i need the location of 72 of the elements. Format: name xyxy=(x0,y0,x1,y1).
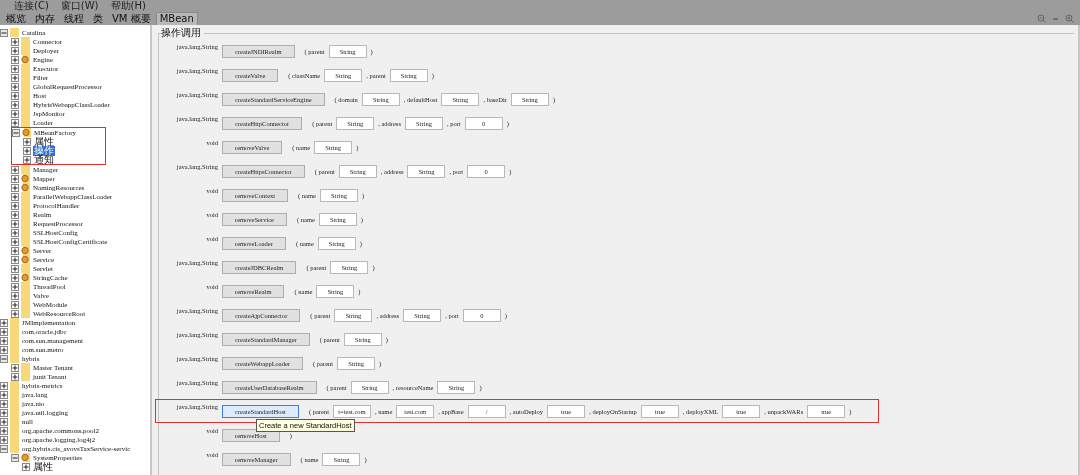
tab[interactable]: MBean xyxy=(155,12,198,25)
expand-icon[interactable] xyxy=(11,46,19,55)
bean-icon xyxy=(21,55,30,64)
tree-item[interactable]: 属性 xyxy=(32,461,54,472)
tab[interactable]: 内存 xyxy=(31,12,59,25)
expand-icon[interactable] xyxy=(11,219,19,228)
tree-item[interactable]: 属性 xyxy=(33,136,55,147)
bean-icon xyxy=(21,255,30,264)
expand-icon[interactable] xyxy=(11,237,19,246)
expand-icon[interactable] xyxy=(11,246,19,255)
bean-icon xyxy=(21,183,30,192)
expand-icon[interactable] xyxy=(0,390,8,399)
expand-icon[interactable] xyxy=(11,192,19,201)
tree-item[interactable]: 操作 xyxy=(33,145,55,156)
expand-icon[interactable] xyxy=(23,155,31,164)
expand-icon[interactable] xyxy=(11,372,19,381)
expand-icon[interactable] xyxy=(11,291,19,300)
tree-item[interactable]: 通知 xyxy=(33,154,55,165)
expand-icon[interactable] xyxy=(11,201,19,210)
menu-item[interactable]: 帮助(H) xyxy=(110,0,146,11)
expand-icon[interactable] xyxy=(0,327,8,336)
expand-icon[interactable] xyxy=(0,435,8,444)
collapse-icon[interactable] xyxy=(0,28,8,37)
expand-icon[interactable] xyxy=(0,426,8,435)
expand-icon[interactable] xyxy=(11,91,19,100)
expand-icon[interactable] xyxy=(11,228,19,237)
tab[interactable]: VM 概要 xyxy=(108,12,155,25)
folder-icon xyxy=(21,165,30,174)
expand-icon[interactable] xyxy=(11,183,19,192)
collapse-icon[interactable] xyxy=(12,128,20,137)
expand-icon[interactable] xyxy=(0,417,8,426)
bean-icon xyxy=(21,174,30,183)
expand-icon[interactable] xyxy=(0,381,8,390)
bean-icon xyxy=(21,246,30,255)
expand-icon[interactable] xyxy=(0,399,8,408)
expand-icon[interactable] xyxy=(0,345,8,354)
expand-icon[interactable] xyxy=(0,336,8,345)
expand-icon[interactable] xyxy=(11,174,19,183)
expand-icon[interactable] xyxy=(11,100,19,109)
expand-icon[interactable] xyxy=(11,118,19,127)
expand-icon[interactable] xyxy=(11,82,19,91)
expand-icon[interactable] xyxy=(11,282,19,291)
expand-icon[interactable] xyxy=(0,318,8,327)
menu-item[interactable]: 窗口(W) xyxy=(60,0,99,11)
bean-icon xyxy=(21,273,30,282)
expand-icon[interactable] xyxy=(11,309,19,318)
expand-icon[interactable] xyxy=(11,73,19,82)
expand-icon[interactable] xyxy=(11,64,19,73)
expand-icon[interactable] xyxy=(11,55,19,64)
collapse-icon[interactable] xyxy=(0,354,8,363)
expand-icon[interactable] xyxy=(11,165,19,174)
expand-icon[interactable] xyxy=(11,109,19,118)
bean-icon xyxy=(22,128,31,137)
collapse-icon[interactable] xyxy=(0,444,8,453)
expand-icon[interactable] xyxy=(11,264,19,273)
tab[interactable]: 概览 xyxy=(2,12,30,25)
panel-title: 操作调用 xyxy=(161,27,204,38)
tab[interactable]: 类 xyxy=(89,12,107,25)
collapse-icon[interactable] xyxy=(11,453,19,462)
expand-icon[interactable] xyxy=(23,137,31,146)
expand-icon[interactable] xyxy=(11,210,19,219)
menu-item[interactable]: 连接(C) xyxy=(14,0,49,11)
expand-icon[interactable] xyxy=(11,300,19,309)
expand-icon[interactable] xyxy=(11,273,19,282)
expand-icon[interactable] xyxy=(11,255,19,264)
expand-icon[interactable] xyxy=(22,462,30,471)
expand-icon[interactable] xyxy=(11,37,19,46)
expand-icon[interactable] xyxy=(0,408,8,417)
bean-icon xyxy=(21,453,30,462)
expand-icon[interactable] xyxy=(23,146,31,155)
expand-icon[interactable] xyxy=(11,363,19,372)
tab[interactable]: 线程 xyxy=(60,12,88,25)
